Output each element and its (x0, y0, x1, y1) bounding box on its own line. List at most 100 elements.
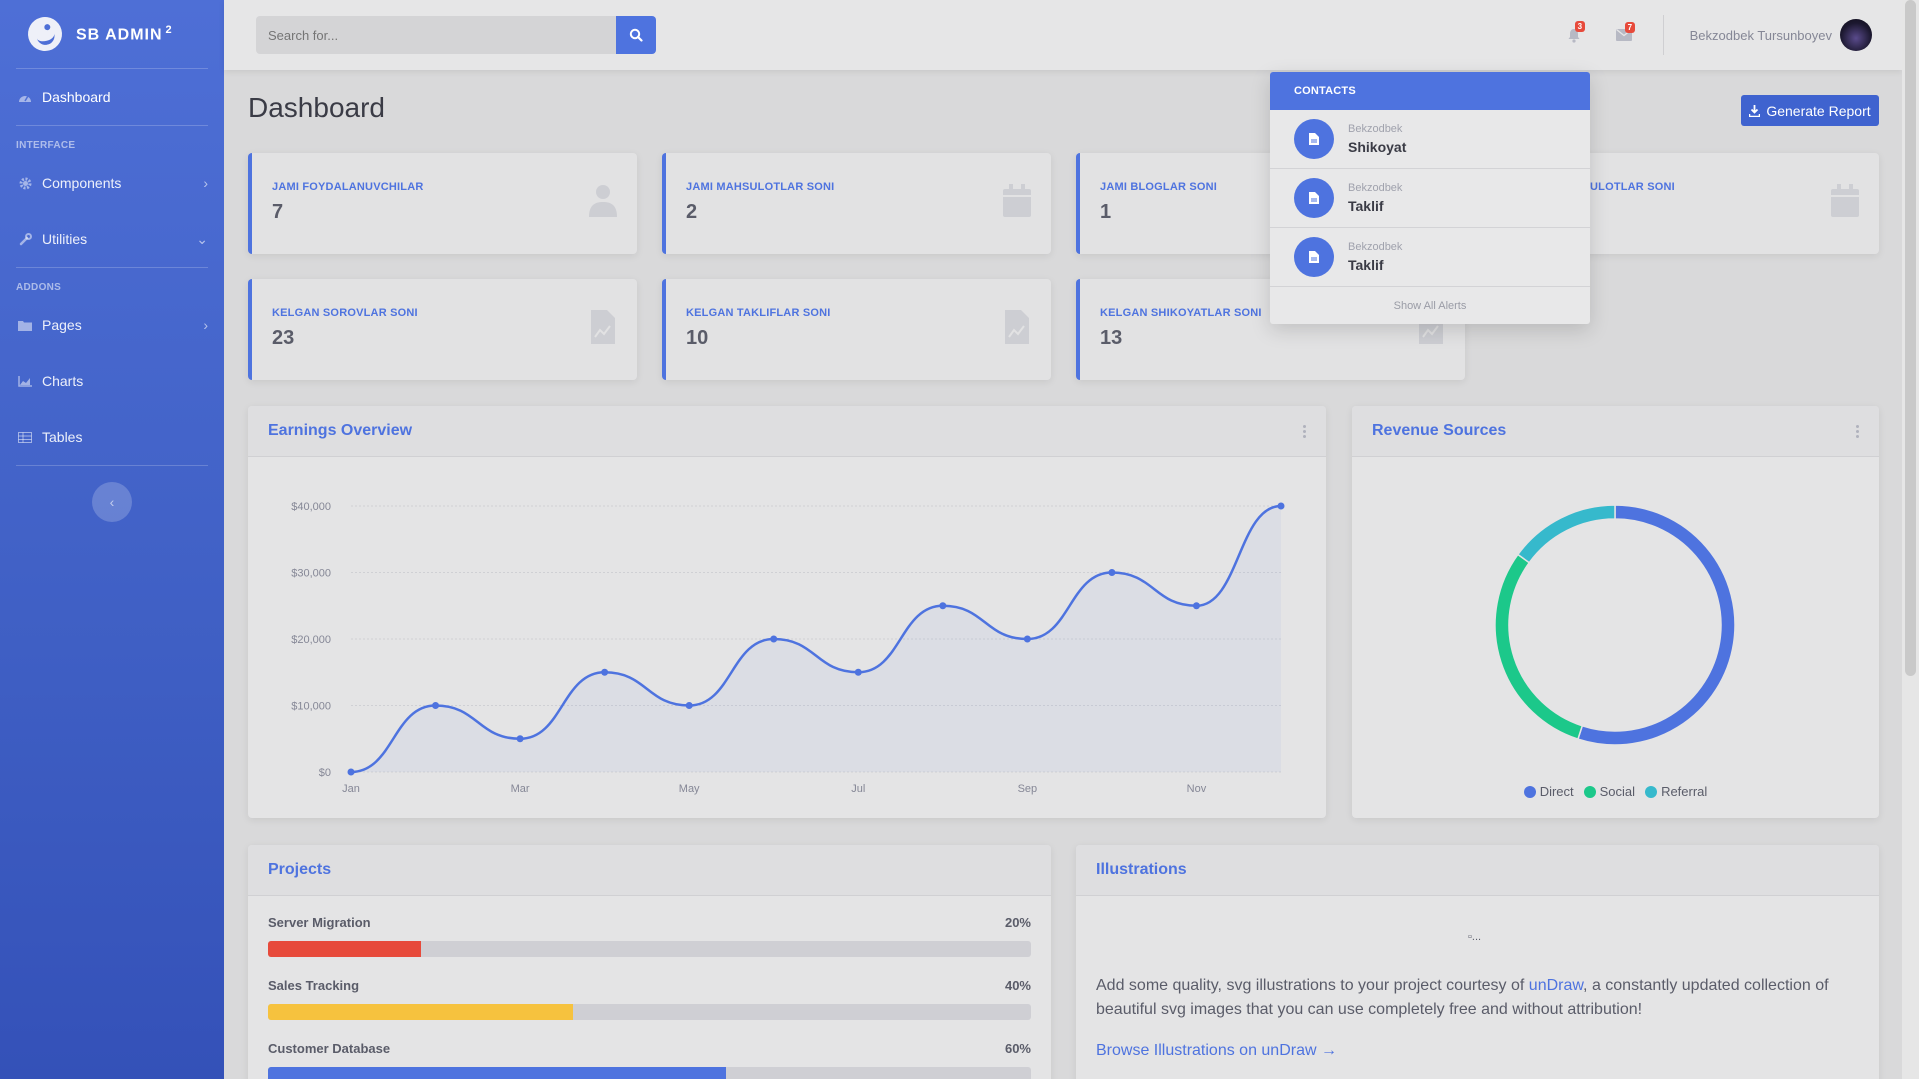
page-title: Dashboard (248, 92, 385, 123)
x-tick-label: Jul (851, 783, 865, 795)
revenue-title: Revenue Sources (1372, 422, 1507, 439)
stat-card: KELGAN TAKLIFLAR SONI 10 (662, 279, 1051, 380)
illustrations-text-before: Add some quality, svg illustrations to y… (1096, 977, 1529, 994)
progress-bar (268, 941, 1031, 957)
data-point (1108, 569, 1116, 576)
sidebar-item-charts[interactable]: Charts (0, 353, 224, 409)
scrollbar-thumb[interactable] (1905, 0, 1916, 676)
sidebar-item-dashboard[interactable]: Dashboard (0, 69, 224, 125)
show-all-alerts-link[interactable]: Show All Alerts (1270, 287, 1590, 324)
user-name[interactable]: Bekzodbek Tursunboyev (1690, 28, 1832, 43)
y-tick-label: $40,000 (291, 501, 331, 513)
more-options-icon[interactable] (1856, 424, 1859, 438)
stat-label: ULOTLAR SONI (1590, 181, 1675, 193)
sidebar-item-label: Charts (42, 373, 84, 389)
contact-item[interactable]: Bekzodbek Shikoyat (1270, 110, 1590, 169)
project-label: Server Migration (268, 915, 371, 930)
sidebar-item-utilities[interactable]: Utilities ⌄ (0, 211, 224, 267)
contact-subject: Taklif (1348, 257, 1384, 273)
brand[interactable]: SB ADMIN 2 (0, 0, 224, 68)
sidebar-item-tables[interactable]: Tables (0, 409, 224, 465)
legend-label: Social (1599, 784, 1636, 799)
user-icon (589, 185, 617, 217)
data-point (1277, 502, 1285, 510)
contact-item[interactable]: Bekzodbek Taklif (1270, 228, 1590, 287)
project-label: Customer Database (268, 1041, 391, 1056)
stat-label: JAMI FOYDALANUVCHILAR (272, 181, 424, 193)
sidebar-toggle-button[interactable]: ‹ (92, 482, 132, 522)
stat-card: JAMI MAHSULOTLAR SONI 2 (662, 153, 1051, 254)
stat-value: 1 (1100, 201, 1112, 223)
data-point (601, 668, 609, 676)
project-row: Sales Tracking 40% (268, 978, 1031, 1020)
stat-value: 10 (686, 327, 709, 349)
x-tick-label: May (679, 783, 700, 795)
topbar: 3 7 Bekzodbek Tursunboyev (224, 0, 1902, 70)
search-button[interactable] (616, 16, 656, 54)
earnings-card: Earnings Overview $0 $10,000 $20,000 $30,00… (248, 406, 1326, 818)
file-icon (1294, 237, 1334, 277)
x-tick-label: Mar (511, 783, 530, 795)
file-icon (1294, 178, 1334, 218)
project-label: Sales Tracking (268, 978, 360, 993)
sidebar-item-label: Dashboard (42, 89, 111, 105)
laugh-wink-icon (24, 13, 66, 55)
browse-illustrations-link[interactable]: Browse Illustrations on unDraw → (1096, 1042, 1337, 1060)
stat-label: JAMI BLOGLAR SONI (1100, 181, 1218, 193)
legend-item[interactable]: Referral (1645, 784, 1707, 799)
contacts-dropdown: CONTACTS Bekzodbek Shikoyat Bekzodbek Takl… (1270, 72, 1590, 324)
stat-label: KELGAN SHIKOYATLAR SONI (1100, 307, 1262, 319)
revenue-legend: Direct Social Referral (1352, 784, 1879, 799)
image-alt: ... (1471, 931, 1482, 943)
y-tick-label: $30,000 (291, 568, 331, 580)
search-input[interactable] (256, 16, 616, 54)
generate-report-button[interactable]: Generate Report (1741, 95, 1879, 126)
brand-name: SB ADMIN (76, 26, 163, 44)
illustrations-card: Illustrations ▫... Add some quality, svg… (1076, 845, 1879, 1079)
revenue-chart (1494, 504, 1736, 746)
earnings-chart: $0 $10,000 $20,000 $30,000 $40,000 Jan Mar May J… (291, 501, 1285, 795)
sidebar-item-label: Components (42, 175, 122, 191)
contacts-header: CONTACTS (1270, 72, 1590, 110)
y-tick-label: $10,000 (291, 701, 331, 713)
alerts-button[interactable]: 3 (1549, 20, 1599, 43)
sidebar-item-pages[interactable]: Pages › (0, 297, 224, 353)
data-point (770, 635, 778, 643)
sidebar-divider (16, 465, 208, 466)
legend-item[interactable]: Direct (1523, 784, 1574, 799)
sidebar-heading-interface: INTERFACE (16, 140, 76, 151)
x-tick-label: Nov (1187, 783, 1207, 795)
more-options-icon[interactable] (1303, 424, 1306, 438)
contact-subject: Taklif (1348, 198, 1384, 214)
data-point (516, 735, 524, 743)
x-tick-label: Sep (1018, 783, 1038, 795)
contact-item[interactable]: Bekzodbek Taklif (1270, 169, 1590, 228)
file-icon (1294, 119, 1334, 159)
sidebar: SB ADMIN 2 Dashboard INTERFACE Components… (0, 0, 224, 1079)
legend-item[interactable]: Social (1583, 784, 1636, 799)
data-point (854, 668, 862, 676)
illustrations-text: Add some quality, svg illustrations to y… (1096, 974, 1876, 1022)
project-percent: 60% (1004, 1041, 1031, 1056)
scrollbar[interactable] (1902, 0, 1919, 1079)
topbar-divider (1662, 15, 1664, 55)
x-tick-label: Jan (342, 783, 360, 795)
cog-icon (16, 176, 34, 190)
legend-label: Referral (1661, 784, 1708, 799)
legend-dot (1523, 785, 1536, 798)
alerts-badge: 3 (1574, 20, 1586, 32)
sidebar-item-label: Tables (42, 429, 83, 445)
legend-dot (1645, 785, 1658, 798)
data-point (432, 702, 440, 709)
chevron-left-icon: ‹ (109, 494, 115, 510)
y-tick-label: $20,000 (291, 634, 331, 646)
data-point (939, 602, 947, 610)
sidebar-item-components[interactable]: Components › (0, 155, 224, 211)
avatar[interactable] (1840, 19, 1872, 51)
earnings-title: Earnings Overview (268, 422, 413, 439)
messages-button[interactable]: 7 (1599, 22, 1649, 41)
undraw-link[interactable]: unDraw (1529, 977, 1583, 994)
y-tick-label: $0 (319, 767, 331, 779)
pie-slice (1576, 504, 1736, 746)
stat-value: 7 (272, 201, 284, 223)
